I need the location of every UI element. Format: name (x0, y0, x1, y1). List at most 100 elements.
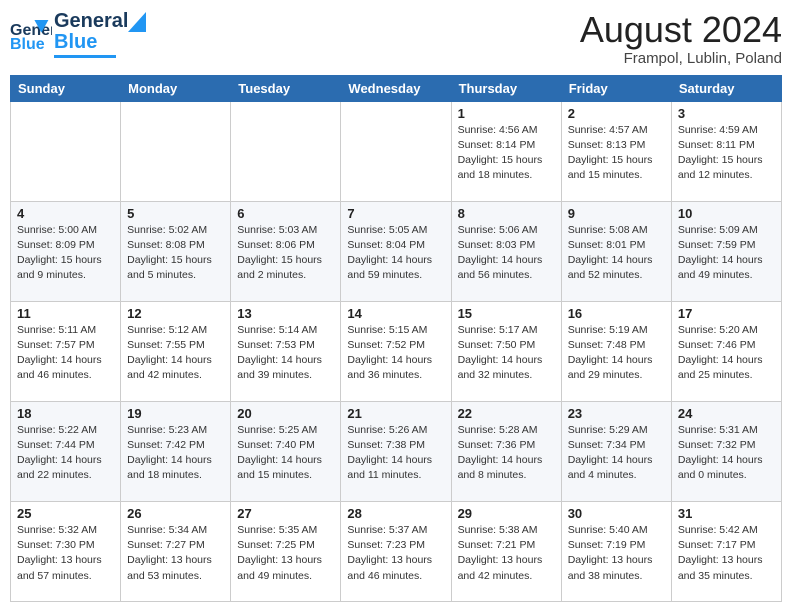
day-info: Sunrise: 5:32 AM Sunset: 7:30 PM Dayligh… (17, 523, 114, 584)
calendar-cell: 31Sunrise: 5:42 AM Sunset: 7:17 PM Dayli… (671, 501, 781, 601)
day-info: Sunrise: 5:31 AM Sunset: 7:32 PM Dayligh… (678, 423, 775, 484)
location: Frampol, Lublin, Poland (580, 50, 782, 67)
day-number: 12 (127, 306, 224, 321)
day-info: Sunrise: 5:02 AM Sunset: 8:08 PM Dayligh… (127, 223, 224, 284)
calendar-week-4: 18 Sunrise: 5:22 AM Sunset: 7:44 PM Dayli… (11, 401, 782, 501)
day-number: 4 (17, 206, 114, 221)
day-info: Sunrise: 5:23 AM Sunset: 7:42 PM Dayligh… (127, 423, 224, 484)
day-info: Sunrise: 4:56 AM Sunset: 8:14 PM Dayligh… (458, 123, 555, 184)
calendar-cell (121, 101, 231, 201)
logo-general: General (54, 10, 128, 33)
calendar-cell (231, 101, 341, 201)
header: General Blue General Blue August (10, 10, 782, 67)
calendar-cell: 25 Sunrise: 5:32 AM Sunset: 7:30 PM Dayli… (11, 501, 121, 601)
logo: General Blue General Blue (10, 10, 146, 58)
day-number: 23 (568, 406, 665, 421)
calendar-cell: 24Sunrise: 5:31 AM Sunset: 7:32 PM Dayli… (671, 401, 781, 501)
calendar-week-2: 4 Sunrise: 5:00 AM Sunset: 8:09 PM Daylig… (11, 201, 782, 301)
calendar-week-3: 11Sunrise: 5:11 AM Sunset: 7:57 PM Dayli… (11, 301, 782, 401)
calendar-cell: 11Sunrise: 5:11 AM Sunset: 7:57 PM Dayli… (11, 301, 121, 401)
day-info: Sunrise: 5:26 AM Sunset: 7:38 PM Dayligh… (347, 423, 444, 484)
logo-icon: General Blue (10, 13, 52, 55)
calendar-cell: 8 Sunrise: 5:06 AM Sunset: 8:03 PM Daylig… (451, 201, 561, 301)
calendar-cell: 10 Sunrise: 5:09 AM Sunset: 7:59 PM Dayli… (671, 201, 781, 301)
day-info: Sunrise: 5:37 AM Sunset: 7:23 PM Dayligh… (347, 523, 444, 584)
calendar-cell: 5 Sunrise: 5:02 AM Sunset: 8:08 PM Daylig… (121, 201, 231, 301)
day-info: Sunrise: 5:35 AM Sunset: 7:25 PM Dayligh… (237, 523, 334, 584)
day-number: 15 (458, 306, 555, 321)
col-header-saturday: Saturday (671, 75, 781, 101)
day-number: 25 (17, 506, 114, 521)
day-info: Sunrise: 5:05 AM Sunset: 8:04 PM Dayligh… (347, 223, 444, 284)
day-number: 16 (568, 306, 665, 321)
calendar: SundayMondayTuesdayWednesdayThursdayFrid… (10, 75, 782, 602)
calendar-cell: 2 Sunrise: 4:57 AM Sunset: 8:13 PM Daylig… (561, 101, 671, 201)
day-number: 20 (237, 406, 334, 421)
col-header-thursday: Thursday (451, 75, 561, 101)
day-number: 31 (678, 506, 775, 521)
calendar-cell: 21 Sunrise: 5:26 AM Sunset: 7:38 PM Dayli… (341, 401, 451, 501)
col-header-monday: Monday (121, 75, 231, 101)
day-info: Sunrise: 5:15 AM Sunset: 7:52 PM Dayligh… (347, 323, 444, 384)
day-info: Sunrise: 5:14 AM Sunset: 7:53 PM Dayligh… (237, 323, 334, 384)
calendar-cell: 15Sunrise: 5:17 AM Sunset: 7:50 PM Dayli… (451, 301, 561, 401)
calendar-cell: 12 Sunrise: 5:12 AM Sunset: 7:55 PM Dayli… (121, 301, 231, 401)
day-number: 9 (568, 206, 665, 221)
col-header-tuesday: Tuesday (231, 75, 341, 101)
day-number: 26 (127, 506, 224, 521)
calendar-cell: 16 Sunrise: 5:19 AM Sunset: 7:48 PM Dayli… (561, 301, 671, 401)
calendar-cell: 6 Sunrise: 5:03 AM Sunset: 8:06 PM Daylig… (231, 201, 341, 301)
calendar-cell: 4 Sunrise: 5:00 AM Sunset: 8:09 PM Daylig… (11, 201, 121, 301)
day-number: 3 (678, 106, 775, 121)
day-info: Sunrise: 5:08 AM Sunset: 8:01 PM Dayligh… (568, 223, 665, 284)
calendar-cell: 29 Sunrise: 5:38 AM Sunset: 7:21 PM Dayli… (451, 501, 561, 601)
calendar-cell: 26Sunrise: 5:34 AM Sunset: 7:27 PM Dayli… (121, 501, 231, 601)
day-number: 18 (17, 406, 114, 421)
day-info: Sunrise: 5:09 AM Sunset: 7:59 PM Dayligh… (678, 223, 775, 284)
day-number: 27 (237, 506, 334, 521)
calendar-cell: 22Sunrise: 5:28 AM Sunset: 7:36 PM Dayli… (451, 401, 561, 501)
month-title: August 2024 (580, 10, 782, 50)
day-info: Sunrise: 4:57 AM Sunset: 8:13 PM Dayligh… (568, 123, 665, 184)
day-number: 19 (127, 406, 224, 421)
calendar-week-5: 25 Sunrise: 5:32 AM Sunset: 7:30 PM Dayli… (11, 501, 782, 601)
day-info: Sunrise: 5:40 AM Sunset: 7:19 PM Dayligh… (568, 523, 665, 584)
day-number: 21 (347, 406, 444, 421)
calendar-cell: 27 Sunrise: 5:35 AM Sunset: 7:25 PM Dayli… (231, 501, 341, 601)
day-number: 10 (678, 206, 775, 221)
day-number: 6 (237, 206, 334, 221)
day-info: Sunrise: 5:06 AM Sunset: 8:03 PM Dayligh… (458, 223, 555, 284)
day-number: 13 (237, 306, 334, 321)
day-info: Sunrise: 4:59 AM Sunset: 8:11 PM Dayligh… (678, 123, 775, 184)
calendar-cell: 17Sunrise: 5:20 AM Sunset: 7:46 PM Dayli… (671, 301, 781, 401)
day-number: 5 (127, 206, 224, 221)
day-info: Sunrise: 5:12 AM Sunset: 7:55 PM Dayligh… (127, 323, 224, 384)
day-info: Sunrise: 5:03 AM Sunset: 8:06 PM Dayligh… (237, 223, 334, 284)
day-number: 8 (458, 206, 555, 221)
calendar-cell: 23Sunrise: 5:29 AM Sunset: 7:34 PM Dayli… (561, 401, 671, 501)
calendar-cell: 30Sunrise: 5:40 AM Sunset: 7:19 PM Dayli… (561, 501, 671, 601)
calendar-cell (11, 101, 121, 201)
calendar-cell: 19 Sunrise: 5:23 AM Sunset: 7:42 PM Dayli… (121, 401, 231, 501)
calendar-week-1: 1Sunrise: 4:56 AM Sunset: 8:14 PM Daylig… (11, 101, 782, 201)
svg-text:Blue: Blue (10, 36, 45, 53)
calendar-cell: 14 Sunrise: 5:15 AM Sunset: 7:52 PM Dayli… (341, 301, 451, 401)
day-info: Sunrise: 5:00 AM Sunset: 8:09 PM Dayligh… (17, 223, 114, 284)
day-info: Sunrise: 5:22 AM Sunset: 7:44 PM Dayligh… (17, 423, 114, 484)
day-info: Sunrise: 5:19 AM Sunset: 7:48 PM Dayligh… (568, 323, 665, 384)
day-number: 2 (568, 106, 665, 121)
day-number: 29 (458, 506, 555, 521)
calendar-cell: 13 Sunrise: 5:14 AM Sunset: 7:53 PM Dayli… (231, 301, 341, 401)
col-header-friday: Friday (561, 75, 671, 101)
calendar-cell (341, 101, 451, 201)
calendar-cell: 7Sunrise: 5:05 AM Sunset: 8:04 PM Daylig… (341, 201, 451, 301)
day-number: 17 (678, 306, 775, 321)
calendar-cell: 28Sunrise: 5:37 AM Sunset: 7:23 PM Dayli… (341, 501, 451, 601)
calendar-header-row: SundayMondayTuesdayWednesdayThursdayFrid… (11, 75, 782, 101)
title-area: August 2024 Frampol, Lublin, Poland (580, 10, 782, 67)
calendar-cell: 18 Sunrise: 5:22 AM Sunset: 7:44 PM Dayli… (11, 401, 121, 501)
day-info: Sunrise: 5:38 AM Sunset: 7:21 PM Dayligh… (458, 523, 555, 584)
logo-underline (54, 55, 116, 58)
day-info: Sunrise: 5:28 AM Sunset: 7:36 PM Dayligh… (458, 423, 555, 484)
day-number: 14 (347, 306, 444, 321)
